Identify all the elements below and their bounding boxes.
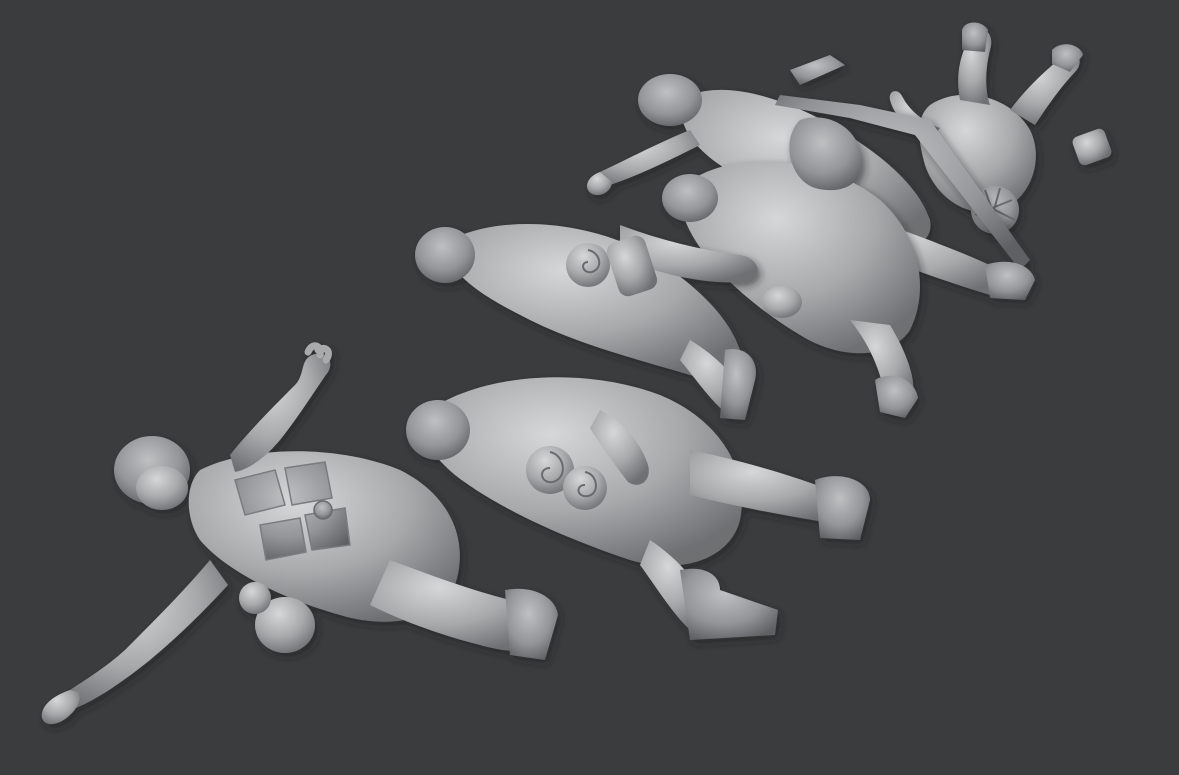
figure-front-hand-lower bbox=[41, 690, 80, 725]
figure-front-coil bbox=[239, 582, 271, 614]
figure-top-right-boot-left bbox=[962, 22, 988, 52]
figure-middle-left-helmet bbox=[415, 227, 475, 283]
figure-middle-coat-helmet bbox=[406, 400, 470, 460]
figure-front-arm-lower bbox=[62, 560, 228, 709]
figure-middle-coat-boot-lower bbox=[680, 568, 778, 640]
figure-front-face bbox=[136, 466, 188, 510]
figure-middle-right-helmet bbox=[662, 174, 718, 222]
3d-viewport[interactable] bbox=[0, 0, 1179, 775]
sculpt-render bbox=[41, 22, 1112, 725]
figure-back-helmet bbox=[638, 74, 702, 126]
figure-front-badge bbox=[313, 500, 333, 520]
figure-front-boot bbox=[505, 588, 558, 660]
figure-middle-coat-boot-upper bbox=[815, 476, 870, 540]
figure-middle-right-pouch bbox=[762, 286, 802, 318]
figure-middle-left-boot bbox=[720, 349, 756, 420]
figure-back-boot bbox=[985, 261, 1035, 300]
figure-back-rifle-stock bbox=[790, 55, 845, 85]
figure-middle-left-canister-coil bbox=[566, 243, 610, 287]
figure-top-right-canister bbox=[1072, 128, 1112, 166]
